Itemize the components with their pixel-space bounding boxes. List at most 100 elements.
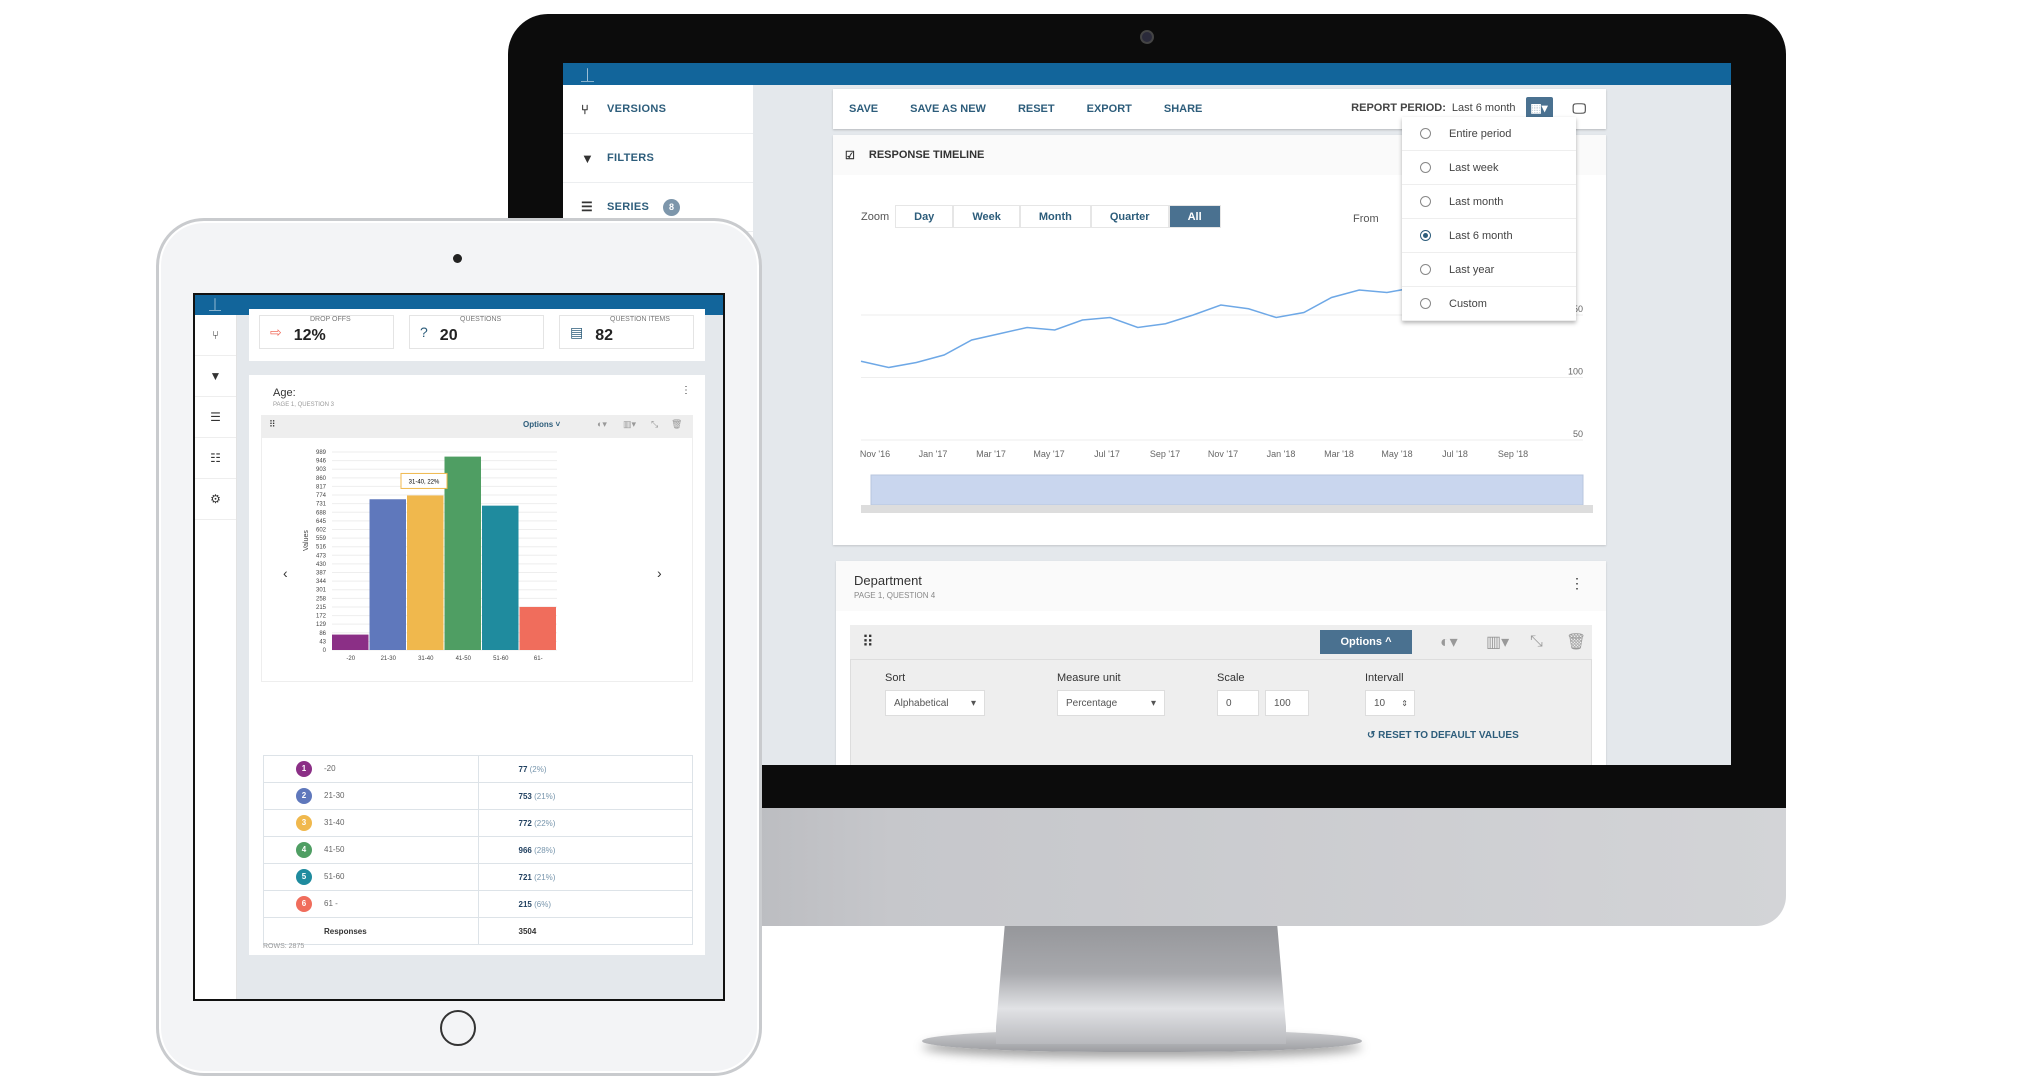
scrollbar[interactable] (861, 505, 1593, 513)
trash-icon[interactable]: 🗑 (671, 419, 682, 430)
zoom-week[interactable]: Week (953, 205, 1020, 228)
filter-icon[interactable]: ▼ (195, 356, 236, 397)
versions-icon[interactable]: ⑂ (195, 315, 236, 356)
y-tick-label: 860 (316, 476, 327, 482)
next-chart-arrow[interactable]: › (657, 565, 662, 581)
bar[interactable] (332, 634, 369, 650)
from-label: From (1353, 213, 1379, 225)
report-period-menu: Entire period Last week Last month Last 6 m… (1402, 117, 1576, 321)
options-button[interactable]: Options ˅ (523, 420, 560, 429)
stat-card: ⇨ DROP OFFS 12% (259, 315, 394, 349)
radio-icon (1420, 298, 1431, 309)
series-icon[interactable]: ☰ (195, 397, 236, 438)
x-tick-label: Jul '18 (1442, 449, 1468, 459)
table-row: 6 61 - 215 (6%) (263, 890, 693, 918)
checklist-icon[interactable]: ☷ (195, 438, 236, 479)
department-subtitle: PAGE 1, QUESTION 4 (854, 591, 936, 600)
period-option[interactable]: Entire period (1402, 117, 1576, 151)
total-row: Responses 3504 (263, 917, 693, 945)
y-tick-label: 946 (316, 459, 327, 465)
tablet-camera (453, 254, 462, 263)
save-button[interactable]: SAVE (849, 103, 878, 115)
row-label: -20 (324, 764, 336, 773)
bar[interactable] (519, 606, 557, 650)
clipboard-icon: ▤ (570, 323, 584, 340)
bar[interactable] (369, 499, 407, 650)
y-tick-label: 989 (316, 450, 327, 456)
timeline-title: RESPONSE TIMELINE (868, 149, 985, 161)
zoom-day[interactable]: Day (895, 205, 954, 228)
period-option[interactable]: Last 6 month (1402, 219, 1576, 253)
save-as-new-button[interactable]: SAVE AS NEW (910, 103, 986, 115)
calendar-check-icon: ☑ (845, 149, 855, 162)
prev-chart-arrow[interactable]: ‹ (283, 565, 288, 581)
y-tick-label: 301 (316, 588, 327, 594)
period-option[interactable]: Custom (1402, 287, 1576, 321)
age-results-table: 1 -20 77 (2%) 2 21-30 753 (21%) 3 31-40 772 (22%… (263, 755, 693, 945)
more-menu-icon[interactable]: ⋮ (681, 385, 691, 396)
export-button[interactable]: EXPORT (1087, 103, 1132, 115)
options-button[interactable]: Options ^ (1320, 630, 1412, 654)
x-tick-label: 61- (534, 656, 543, 662)
y-tick-label: 258 (316, 596, 327, 602)
age-bar-chart[interactable]: 0 43 86 129 172 215 258 301 344 387 430 473 516 559 60… (261, 437, 693, 682)
settings-icon[interactable]: ⚙ (195, 479, 236, 520)
row-number-badge: 5 (296, 869, 312, 885)
logo-icon: ⏊ (209, 298, 222, 312)
tablet-screen: ⏊ ⑂ ▼ ☰ ☷ ⚙ ⇨ DROP OFFS 12% ? QUESTIONS 20 ▤ QU… (193, 293, 725, 1001)
collapse-icon[interactable]: ⤡ (1530, 633, 1543, 651)
share-button[interactable]: SHARE (1164, 103, 1203, 115)
sidebar-item-filters[interactable]: ▼ FILTERS (563, 134, 753, 183)
zoom-month[interactable]: Month (1019, 205, 1091, 228)
y-tick-label: 774 (316, 493, 327, 499)
drag-handle-icon[interactable]: ⠿ (269, 419, 276, 430)
x-tick-label: Jan '18 (1267, 449, 1296, 459)
row-percent: (6%) (534, 899, 551, 909)
drag-handle-icon[interactable]: ⠿ (862, 632, 874, 652)
y-tick-label: 344 (316, 579, 327, 585)
table-row: 5 51-60 721 (21%) (263, 863, 693, 891)
calendar-dropdown-button[interactable]: ▦▾ (1525, 97, 1553, 119)
row-percent: (21%) (534, 872, 556, 882)
y-tick-label: 817 (316, 484, 327, 490)
navigator[interactable] (870, 474, 1584, 506)
tablet-home-button[interactable] (440, 1010, 476, 1046)
app-header: ⏊ (563, 63, 1731, 85)
zoom-label: Zoom (861, 210, 890, 223)
tooltip-text: 31-40, 22% (409, 479, 440, 485)
row-count: 77 (518, 764, 528, 774)
scale-label: Scale (1217, 672, 1245, 684)
collapse-icon[interactable]: ⤡ (651, 419, 658, 430)
x-tick-label: Jan '17 (919, 449, 948, 459)
palette-icon[interactable]: ◐▾ (597, 419, 607, 430)
scale-max-input[interactable]: 100 (1265, 690, 1309, 716)
question-icon: ? (420, 324, 428, 340)
sidebar-item-versions[interactable]: ⑂ VERSIONS (563, 85, 753, 134)
interval-stepper[interactable]: 10 ⇕ (1365, 690, 1415, 716)
zoom-quarter[interactable]: Quarter (1090, 205, 1169, 228)
table-row: 3 31-40 772 (22%) (263, 809, 693, 837)
reset-button[interactable]: RESET (1018, 103, 1055, 115)
bar[interactable] (482, 505, 519, 650)
period-option[interactable]: Last week (1402, 151, 1576, 185)
chart-type-icon[interactable]: ▥▾ (623, 419, 636, 430)
x-tick-label: -20 (346, 656, 355, 662)
zoom-all[interactable]: All (1168, 205, 1221, 228)
trash-icon[interactable]: 🗑 (1566, 632, 1586, 652)
scale-min-input[interactable]: 0 (1217, 690, 1259, 716)
measure-unit-select[interactable]: Percentage ▾ (1057, 690, 1165, 716)
x-tick-label: Mar '17 (976, 449, 1006, 459)
more-menu-icon[interactable]: ⋮ (1570, 575, 1584, 592)
x-tick-label: 51-60 (493, 656, 509, 662)
y-tick-label: 86 (319, 631, 326, 637)
period-option[interactable]: Last month (1402, 185, 1576, 219)
palette-icon[interactable]: ◐▾ (1440, 632, 1458, 652)
chart-type-icon[interactable]: ▥▾ (1486, 632, 1509, 652)
reset-defaults-button[interactable]: ↺ RESET TO DEFAULT VALUES (1367, 730, 1519, 741)
x-tick-label: Sep '18 (1498, 449, 1528, 459)
period-option[interactable]: Last year (1402, 253, 1576, 287)
monitor-icon[interactable]: 🖵 (1573, 100, 1587, 117)
bar[interactable] (407, 495, 444, 650)
sort-select[interactable]: Alphabetical ▾ (885, 690, 985, 716)
bar[interactable] (444, 456, 482, 650)
